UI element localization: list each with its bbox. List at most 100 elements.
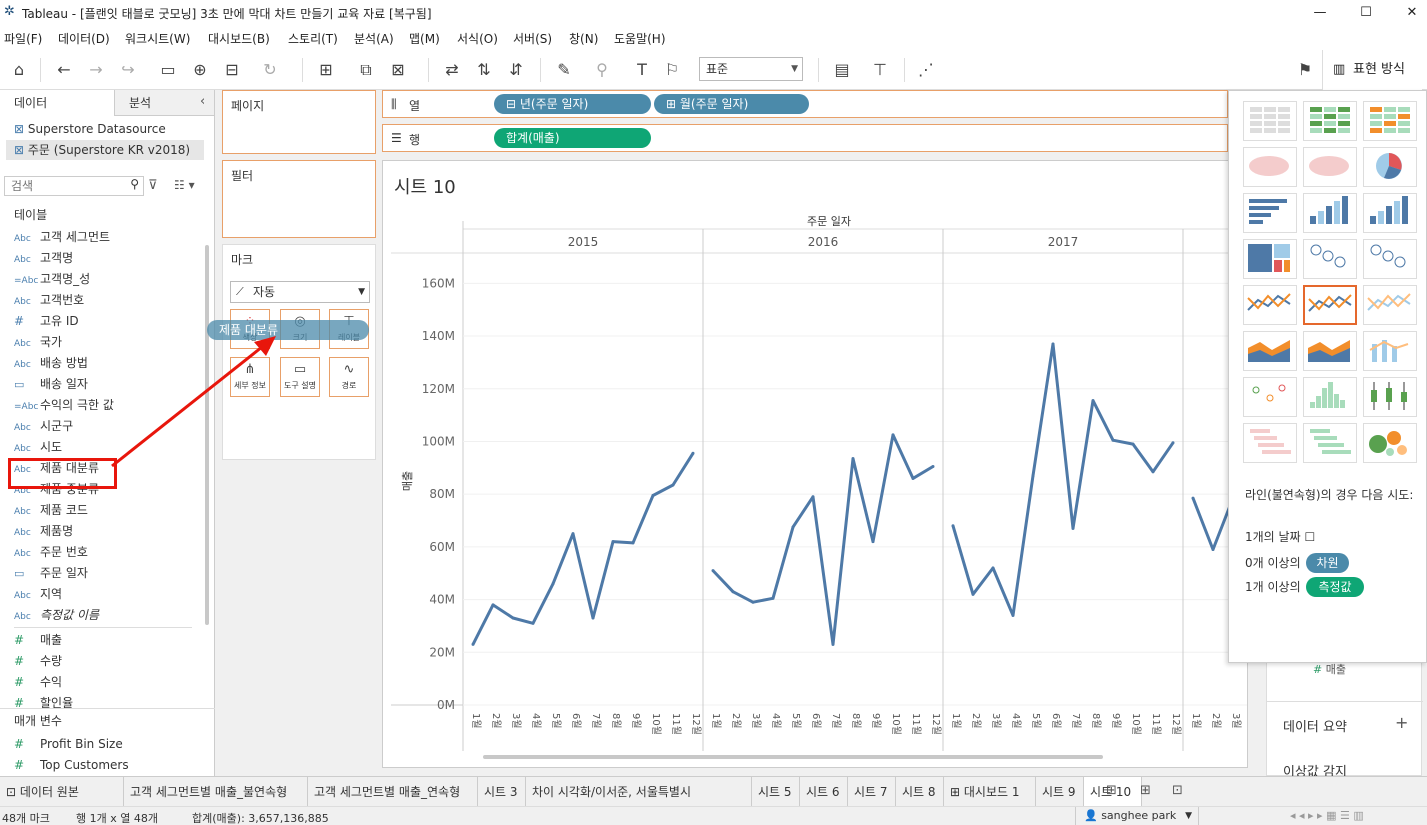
data-point[interactable] — [1011, 613, 1015, 617]
data-point[interactable] — [551, 582, 555, 586]
data-point[interactable] — [631, 541, 635, 545]
menu-format[interactable]: 서식(O) — [457, 30, 498, 47]
sheet-tab[interactable]: 차이 시각화/이서준, 서울특별시 — [526, 777, 752, 807]
sheet-tab[interactable]: 시트 6 — [800, 777, 848, 807]
field-item[interactable]: Abc 배송 방법 — [14, 353, 88, 374]
filters-shelf[interactable]: 필터 — [222, 160, 376, 238]
data-point[interactable] — [1031, 474, 1035, 478]
data-point[interactable] — [971, 592, 975, 596]
datasource-item[interactable]: ⊠ Superstore Datasource — [14, 122, 166, 136]
field-item[interactable]: Abc 제품 코드 — [14, 500, 88, 521]
menu-window[interactable]: 창(N) — [569, 30, 598, 47]
data-point[interactable] — [1191, 496, 1195, 500]
data-point[interactable] — [1071, 526, 1075, 530]
search-box[interactable]: ⚲ — [4, 176, 144, 196]
path-button[interactable]: ∿ 경로 — [329, 357, 369, 397]
pin-icon[interactable]: ⚑ — [1293, 58, 1317, 82]
show-mark-labels-icon[interactable]: T — [630, 58, 654, 82]
data-point[interactable] — [891, 433, 895, 437]
showme-filled-map[interactable] — [1303, 147, 1357, 187]
field-item[interactable]: Abc 주문 번호 — [14, 542, 88, 563]
showme-heat-map[interactable] — [1303, 101, 1357, 141]
menu-server[interactable]: 서버(S) — [513, 30, 552, 47]
new-dashboard-tab-icon[interactable]: ⊞ — [1140, 783, 1151, 798]
year-order-date-pill[interactable]: ⊟ 년(주문 일자) — [494, 94, 651, 114]
menu-dashboard[interactable]: 대시보드(B) — [208, 30, 270, 47]
showme-text-table[interactable] — [1243, 101, 1297, 141]
sheet-tab[interactable]: 시트 9 — [1036, 777, 1084, 807]
data-point[interactable] — [791, 525, 795, 529]
data-point[interactable] — [731, 590, 735, 594]
field-item[interactable]: ▭ 배송 일자 — [14, 374, 88, 395]
field-item[interactable]: Abc 시군구 — [14, 416, 73, 437]
data-point[interactable] — [651, 494, 655, 497]
showme-highlight-table[interactable] — [1363, 101, 1417, 141]
data-point[interactable] — [751, 600, 755, 604]
showme-bullet-graph[interactable] — [1303, 423, 1357, 463]
data-point[interactable] — [771, 596, 775, 600]
sum-sales-pill[interactable]: 합계(매출) — [494, 128, 651, 148]
data-point[interactable] — [851, 457, 855, 461]
menu-analysis[interactable]: 분석(A) — [354, 30, 394, 47]
save-icon[interactable]: ▭ — [156, 58, 180, 82]
data-point[interactable] — [991, 566, 995, 570]
showme-side-by-side-bar[interactable] — [1363, 193, 1417, 233]
data-point[interactable] — [831, 642, 835, 646]
home-icon[interactable]: ⌂ — [7, 58, 31, 82]
showme-side-by-side-circles[interactable] — [1363, 239, 1417, 279]
data-summary-label[interactable]: 데이터 요약 — [1283, 716, 1347, 735]
measure-item[interactable]: # 수량 — [14, 651, 62, 672]
maximize-button[interactable]: ☐ — [1343, 2, 1389, 24]
menu-map[interactable]: 맵(M) — [409, 30, 440, 47]
menu-story[interactable]: 스토리(T) — [288, 30, 338, 47]
menu-file[interactable]: 파일(F) — [4, 30, 42, 47]
new-worksheet-icon[interactable]: ⊞ — [314, 58, 338, 82]
duplicate-sheet-icon[interactable]: ⧉ — [354, 58, 378, 82]
series-line-2017[interactable] — [951, 342, 1175, 617]
showme-horizontal-bar[interactable] — [1243, 193, 1297, 233]
sheet-tab[interactable]: 시트 8 — [896, 777, 944, 807]
field-item[interactable]: Abc 시도 — [14, 437, 62, 458]
data-point[interactable] — [1051, 342, 1055, 346]
new-story-tab-icon[interactable]: ⊡ — [1172, 783, 1183, 798]
mark-type-select[interactable]: ⟋ 자동 ▼ — [230, 281, 370, 303]
menu-data[interactable]: 데이터(D) — [58, 30, 110, 47]
data-point[interactable] — [871, 540, 875, 544]
user-menu[interactable]: 👤 sanghee park ▼ — [1075, 807, 1199, 825]
sort-ascending-icon[interactable]: ⇅ — [472, 58, 496, 82]
filter-icon[interactable]: ⊽ — [148, 178, 158, 193]
swap-rows-columns-icon[interactable]: ⇄ — [440, 58, 464, 82]
data-point[interactable] — [511, 616, 515, 620]
showme-area-discrete[interactable] — [1243, 331, 1297, 371]
param-item[interactable]: # Profit Bin Size — [14, 734, 123, 755]
data-point[interactable] — [711, 569, 715, 573]
data-point[interactable] — [1211, 548, 1215, 551]
data-point[interactable] — [931, 465, 935, 468]
field-item[interactable]: # 고유 ID — [14, 311, 79, 332]
menu-worksheet[interactable]: 워크시트(W) — [125, 30, 190, 47]
data-point[interactable] — [611, 540, 615, 544]
new-datasource-icon[interactable]: ⊕ — [188, 58, 212, 82]
horizontal-scrollbar[interactable] — [483, 755, 1103, 759]
show-me-tab[interactable]: ▥ 표현 방식 — [1322, 50, 1422, 90]
fit-select[interactable]: 표준 ▼ — [699, 57, 803, 81]
sort-descending-icon[interactable]: ⇵ — [504, 58, 528, 82]
showme-stacked-bar[interactable] — [1303, 193, 1357, 233]
showme-gantt-chart[interactable] — [1243, 423, 1297, 463]
month-order-date-pill[interactable]: ⊞ 월(주문 일자) — [654, 94, 809, 114]
view-options-icon[interactable]: ☷ ▾ — [174, 178, 195, 192]
showme-line-continuous[interactable] — [1303, 285, 1357, 325]
group-members-icon[interactable]: ⚲ — [590, 58, 614, 82]
series-line-2015[interactable] — [471, 452, 695, 646]
tooltip-button[interactable]: ▭ 도구 설명 — [280, 357, 320, 397]
sheet-tab[interactable]: 시트 7 — [848, 777, 896, 807]
highlight-icon[interactable]: ✎ — [552, 58, 576, 82]
series-line-2018[interactable] — [1191, 497, 1235, 551]
collapse-pane-icon[interactable]: ‹ — [200, 94, 205, 109]
showme-dual-combination[interactable] — [1363, 331, 1417, 371]
pause-updates-icon[interactable]: ⊟ — [220, 58, 244, 82]
fix-axes-icon[interactable]: ⚐ — [660, 58, 684, 82]
redo-icon[interactable]: → — [84, 58, 108, 82]
show-cards-icon[interactable]: ▤ — [830, 58, 854, 82]
param-item[interactable]: # Top Customers — [14, 755, 129, 776]
